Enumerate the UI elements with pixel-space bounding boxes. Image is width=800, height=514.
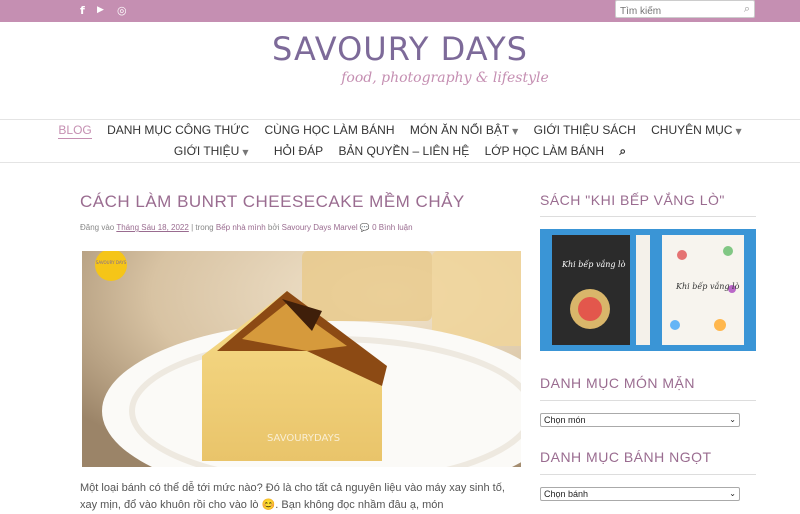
cheesecake-photo: SAVOURYDAYS SAVOURY DAYS xyxy=(82,251,521,467)
post-author-link[interactable]: Savoury Days Marvel xyxy=(282,223,358,232)
sweet-category-select[interactable]: Chọn bánh ⌄ xyxy=(540,487,740,501)
main-nav-row-2: GIỚI THIỆU ▼ HỎI ĐÁP BẢN QUYỀN – LIÊN HỆ … xyxy=(0,144,800,159)
nav-item-baking-class[interactable]: LỚP HỌC LÀM BÁNH xyxy=(485,144,604,158)
sidebar-divider xyxy=(540,474,756,475)
main-nav-row-1: BLOG DANH MỤC CÔNG THỨC CÙNG HỌC LÀM BÁN… xyxy=(0,123,800,139)
youtube-icon[interactable]: ▶ xyxy=(97,5,104,15)
chevron-down-icon: ⌄ xyxy=(729,489,736,498)
search-icon[interactable]: ⌕ xyxy=(619,144,626,159)
nav-label: CHUYÊN MỤC xyxy=(651,123,733,137)
sidebar-book-heading: SÁCH "KHI BẾP VẮNG LÒ" xyxy=(540,192,725,208)
sidebar-savory-heading: DANH MỤC MÓN MẶN xyxy=(540,375,695,391)
nav-label: MÓN ĂN NỔI BẬT xyxy=(409,123,510,137)
post-category-link[interactable]: Bếp nhà mình xyxy=(216,223,266,232)
meta-prefix: Đăng vào xyxy=(80,223,115,232)
nav-label: GIỚI THIỆU xyxy=(173,144,240,158)
nav-item-book-intro[interactable]: GIỚI THIỆU SÁCH xyxy=(534,123,636,137)
search-input[interactable] xyxy=(616,3,736,20)
nav-divider-top xyxy=(0,119,800,120)
select-value: Chọn bánh xyxy=(544,489,589,499)
image-watermark: SAVOURYDAYS xyxy=(267,433,340,444)
savory-category-select[interactable]: Chọn món ⌄ xyxy=(540,413,740,427)
book-promo-image[interactable]: Khi bếp vắng lò Khi bếp vắng lò xyxy=(540,229,756,351)
chevron-down-icon: ⌄ xyxy=(729,415,736,424)
top-bar: f ▶ ◎ ⌕ xyxy=(0,0,800,22)
chevron-down-icon: ▼ xyxy=(512,127,519,136)
sidebar-divider xyxy=(540,400,756,401)
search-box: ⌕ xyxy=(615,0,755,20)
select-value: Chọn món xyxy=(544,415,586,425)
image-badge: SAVOURY DAYS xyxy=(96,260,127,265)
post-comments-link[interactable]: 0 Bình luận xyxy=(372,223,412,232)
book-cover-title-left: Khi bếp vắng lò xyxy=(561,260,626,269)
sidebar-sweet-heading: DANH MỤC BÁNH NGỌT xyxy=(540,449,712,465)
nav-divider-bottom xyxy=(0,162,800,163)
search-icon[interactable]: ⌕ xyxy=(744,2,750,16)
site-tagline: food, photography & lifestyle xyxy=(341,70,549,86)
meta-by: bởi xyxy=(267,223,280,232)
post-title[interactable]: CÁCH LÀM BUNRT CHEESECAKE MỀM CHẢY xyxy=(80,192,465,212)
site-title[interactable]: SAVOURY DAYS xyxy=(0,30,800,68)
post-meta: Đăng vào Tháng Sáu 18, 2022 | trong Bếp … xyxy=(80,223,413,232)
sidebar-divider xyxy=(540,216,756,217)
nav-item-featured-dishes[interactable]: MÓN ĂN NỔI BẬT ▼ xyxy=(410,123,519,137)
chevron-down-icon: ▼ xyxy=(735,127,742,136)
nav-item-blog[interactable]: BLOG xyxy=(58,123,92,139)
nav-item-topics[interactable]: CHUYÊN MỤC ▼ xyxy=(651,123,742,137)
comment-icon: 💬 xyxy=(359,223,370,232)
post-excerpt: Một loại bánh có thể dễ tới mức nào? Đó … xyxy=(80,482,505,511)
nav-item-baking-lessons[interactable]: CÙNG HỌC LÀM BÁNH xyxy=(264,123,394,137)
facebook-icon[interactable]: f xyxy=(80,4,85,17)
book-cover-title-right: Khi bếp vắng lò xyxy=(675,282,740,291)
nav-item-about[interactable]: GIỚI THIỆU ▼ xyxy=(174,144,249,158)
instagram-icon[interactable]: ◎ xyxy=(117,4,127,17)
meta-separator: | trong xyxy=(191,223,214,232)
nav-item-faq[interactable]: HỎI ĐÁP xyxy=(274,144,323,158)
nav-item-recipe-categories[interactable]: DANH MỤC CÔNG THỨC xyxy=(107,123,249,137)
nav-item-copyright-contact[interactable]: BẢN QUYỀN – LIÊN HỆ xyxy=(339,144,470,158)
chevron-down-icon: ▼ xyxy=(242,148,249,157)
post-date[interactable]: Tháng Sáu 18, 2022 xyxy=(116,223,189,232)
book-covers: Khi bếp vắng lò Khi bếp vắng lò xyxy=(540,229,756,351)
post-featured-image: SAVOURYDAYS SAVOURY DAYS xyxy=(82,251,521,467)
